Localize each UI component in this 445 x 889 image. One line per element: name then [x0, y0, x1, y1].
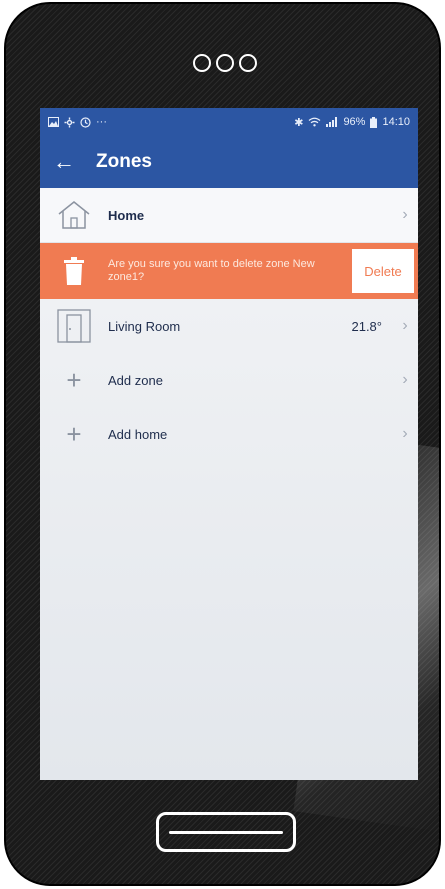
- zone-row-home[interactable]: Home ›: [40, 188, 418, 243]
- chevron-right-icon: ›: [402, 206, 408, 223]
- app-screen: ··· ✱ 96% 14:10 ← Zones Home › Are you s…: [40, 108, 418, 780]
- status-left: ···: [48, 116, 107, 128]
- status-bar: ··· ✱ 96% 14:10: [40, 108, 418, 136]
- chevron-right-icon: ›: [402, 371, 408, 388]
- plus-icon: +: [66, 365, 82, 395]
- clock-icon: [80, 116, 91, 128]
- more-dots: ···: [96, 116, 107, 128]
- add-home-label: Add home: [108, 426, 168, 442]
- trash-icon: [40, 257, 108, 285]
- chevron-right-icon: ›: [402, 425, 408, 442]
- battery-percent: 96%: [343, 116, 366, 128]
- temperature-value: 21.8°: [351, 318, 382, 334]
- add-zone-row[interactable]: + Add zone ›: [40, 353, 418, 407]
- app-bar: ← Zones: [40, 136, 418, 188]
- clock-time: 14:10: [382, 116, 410, 128]
- image-icon: [48, 117, 59, 127]
- home-button[interactable]: [156, 812, 296, 852]
- delete-button[interactable]: Delete: [352, 249, 414, 293]
- home-label: Home: [108, 207, 145, 223]
- speaker-icon: [193, 54, 257, 72]
- living-room-label: Living Room: [108, 318, 181, 334]
- status-right: ✱ 96% 14:10: [294, 116, 410, 129]
- add-home-row[interactable]: + Add home ›: [40, 407, 418, 461]
- settings-icon: [64, 117, 75, 127]
- back-arrow-icon[interactable]: ←: [40, 136, 88, 188]
- delete-confirm-message: Are you sure you want to delete zone New…: [108, 258, 315, 283]
- add-zone-label: Add zone: [108, 372, 163, 388]
- zone-row-living-room[interactable]: Living Room 21.8° ›: [40, 299, 418, 353]
- wifi-icon: [309, 117, 321, 127]
- plus-icon: +: [66, 419, 82, 449]
- house-icon: [40, 200, 108, 230]
- bluetooth-icon: ✱: [294, 116, 304, 129]
- door-icon: [40, 309, 108, 343]
- signal-icon: [326, 117, 338, 127]
- chevron-right-icon: ›: [402, 317, 408, 334]
- delete-confirm-banner: Are you sure you want to delete zone New…: [40, 243, 418, 299]
- page-title: Zones: [96, 151, 152, 172]
- battery-icon: [370, 116, 378, 128]
